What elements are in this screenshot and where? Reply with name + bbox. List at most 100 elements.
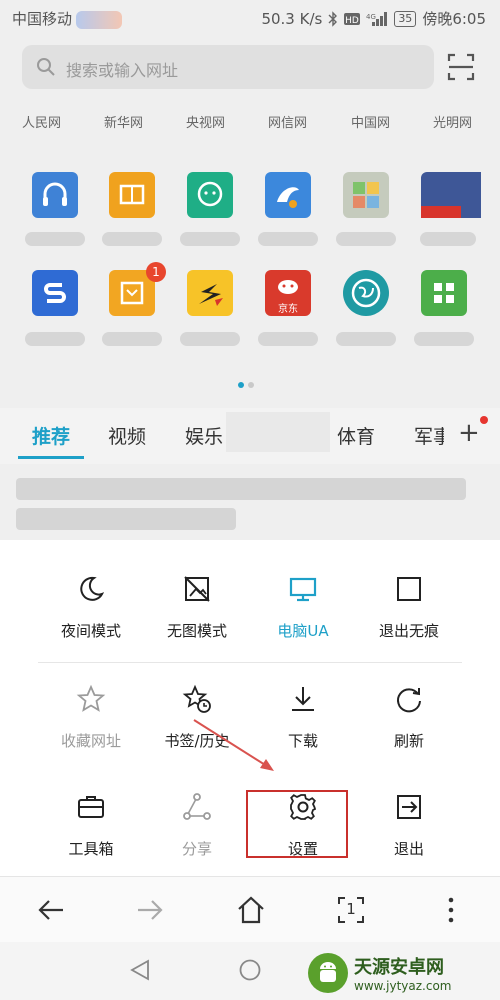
browser-menu-sheet: 夜间模式 无图模式 电脑UA 退出无痕 收藏网址 书签/历史 下载 刷新 工具箱… bbox=[0, 540, 500, 876]
menu-item-exit[interactable]: 退出 bbox=[354, 792, 464, 859]
site-link[interactable]: 新华网 bbox=[104, 112, 143, 131]
tab-recommend[interactable]: 推荐 bbox=[32, 422, 70, 449]
app-tile[interactable] bbox=[32, 172, 78, 218]
menu-item-night-mode[interactable]: 夜间模式 bbox=[36, 574, 146, 641]
red-banner-icon bbox=[421, 206, 461, 218]
toolbox-icon bbox=[78, 796, 104, 818]
monitor-icon bbox=[289, 577, 317, 602]
site-link[interactable]: 中国网 bbox=[351, 112, 390, 131]
app-tile[interactable] bbox=[109, 172, 155, 218]
site-link[interactable]: 光明网 bbox=[433, 112, 472, 131]
app-label-blur bbox=[336, 232, 396, 246]
page-dot bbox=[248, 382, 254, 388]
tabs-button[interactable]: 1 bbox=[336, 895, 366, 925]
tab-entertainment[interactable]: 娱乐 bbox=[185, 422, 223, 449]
app-label-blur bbox=[414, 332, 474, 346]
app-tile[interactable] bbox=[343, 270, 389, 316]
search-box[interactable]: 搜索或输入网址 bbox=[22, 45, 434, 89]
app-tile[interactable] bbox=[32, 270, 78, 316]
home-icon[interactable] bbox=[236, 895, 266, 925]
app-label-blur bbox=[336, 332, 396, 346]
app-tile[interactable] bbox=[187, 172, 233, 218]
tab-count: 1 bbox=[346, 900, 356, 918]
menu-item-no-image-mode[interactable]: 无图模式 bbox=[142, 574, 252, 641]
app-tile[interactable] bbox=[421, 270, 467, 316]
android-logo-icon bbox=[308, 953, 348, 993]
menu-item-label: 工具箱 bbox=[68, 840, 114, 858]
add-channel-icon[interactable]: + bbox=[458, 418, 480, 448]
menu-item-label: 退出无痕 bbox=[378, 622, 439, 640]
app-tile[interactable] bbox=[265, 172, 311, 218]
site-link[interactable]: 央视网 bbox=[186, 112, 225, 131]
settings-highlight-box bbox=[246, 790, 348, 858]
menu-item-share[interactable]: 分享 bbox=[142, 792, 252, 859]
watermark-title: 天源安卓网 bbox=[354, 957, 444, 978]
app-label-blur bbox=[258, 232, 318, 246]
app-tile[interactable] bbox=[187, 270, 233, 316]
tab-military[interactable]: 军事 bbox=[414, 422, 444, 449]
battery-icon: 35 bbox=[394, 10, 417, 27]
app-tile[interactable] bbox=[343, 172, 389, 218]
tab-blur bbox=[226, 412, 330, 452]
app-label-blur bbox=[102, 332, 162, 346]
app-label-blur bbox=[180, 232, 240, 246]
bluetooth-icon bbox=[328, 10, 338, 27]
menu-item-exit-incognito[interactable]: 退出无痕 bbox=[354, 574, 464, 641]
headphones-icon bbox=[43, 182, 67, 206]
no-image-icon bbox=[184, 576, 210, 602]
app-label-blur bbox=[25, 232, 85, 246]
chat-face-icon bbox=[197, 181, 223, 207]
network-speed: 50.3 K/s bbox=[261, 9, 323, 28]
watermark: 天源安卓网 www.jytyaz.com bbox=[308, 950, 498, 996]
menu-item-refresh[interactable]: 刷新 bbox=[354, 684, 464, 751]
tab-video[interactable]: 视频 bbox=[108, 422, 146, 449]
s-swoosh-icon bbox=[199, 284, 223, 306]
download-icon bbox=[292, 687, 314, 711]
star-clock-icon bbox=[182, 684, 211, 713]
forward-arrow-icon[interactable] bbox=[135, 895, 165, 925]
jd-dog-icon bbox=[278, 280, 298, 294]
carrier-name: 中国移动 bbox=[12, 10, 73, 28]
square-icon bbox=[397, 577, 421, 601]
site-link[interactable]: 人民网 bbox=[22, 112, 61, 131]
page-dot-active bbox=[238, 382, 244, 388]
moon-icon bbox=[80, 576, 105, 601]
exit-icon bbox=[397, 795, 421, 819]
app-label-blur bbox=[420, 232, 476, 246]
menu-item-desktop-ua[interactable]: 电脑UA bbox=[248, 574, 358, 641]
news-blur-line bbox=[16, 508, 236, 530]
menu-item-add-bookmark[interactable]: 收藏网址 bbox=[36, 684, 146, 751]
signal-icon: 4G bbox=[366, 11, 388, 26]
menu-item-label: 收藏网址 bbox=[60, 732, 121, 750]
site-link[interactable]: 网信网 bbox=[268, 112, 307, 131]
tab-sports[interactable]: 体育 bbox=[337, 422, 375, 449]
clock: 傍晚6:05 bbox=[422, 10, 486, 28]
news-blur-line bbox=[16, 478, 466, 500]
background-page: 中国移动 50.3 K/s HD 4G 35 傍晚6:05 搜索或输入网址 人民… bbox=[0, 0, 500, 540]
app-tile[interactable] bbox=[421, 172, 481, 218]
app-tile[interactable]: 京东 bbox=[265, 270, 311, 316]
star-icon bbox=[76, 684, 106, 712]
colorful-grid-icon bbox=[353, 182, 379, 208]
svg-text:4G: 4G bbox=[366, 13, 376, 21]
dolphin-icon bbox=[277, 187, 299, 208]
scan-icon[interactable] bbox=[446, 52, 476, 82]
app-label-blur bbox=[25, 332, 85, 346]
system-back-icon[interactable] bbox=[128, 958, 152, 982]
more-menu-icon[interactable] bbox=[436, 895, 466, 925]
menu-item-label: 刷新 bbox=[393, 732, 424, 750]
robot-glyph bbox=[320, 962, 336, 982]
svg-text:HD: HD bbox=[345, 16, 359, 26]
app-tile-text: 京东 bbox=[278, 304, 298, 315]
notification-badge: 1 bbox=[146, 262, 166, 282]
watermark-url: www.jytyaz.com bbox=[354, 979, 452, 993]
search-placeholder: 搜索或输入网址 bbox=[66, 61, 179, 80]
system-home-icon[interactable] bbox=[238, 958, 262, 982]
menu-item-toolbox[interactable]: 工具箱 bbox=[36, 792, 146, 859]
four-squares-icon bbox=[434, 283, 454, 303]
back-arrow-icon[interactable] bbox=[36, 895, 66, 925]
watermark-text: 天源安卓网 www.jytyaz.com bbox=[354, 953, 452, 993]
page-indicator bbox=[238, 373, 258, 392]
carrier-area: 中国移动 bbox=[12, 8, 123, 29]
quick-site-links: 人民网 新华网 央视网 网信网 中国网 光明网 bbox=[0, 112, 500, 136]
